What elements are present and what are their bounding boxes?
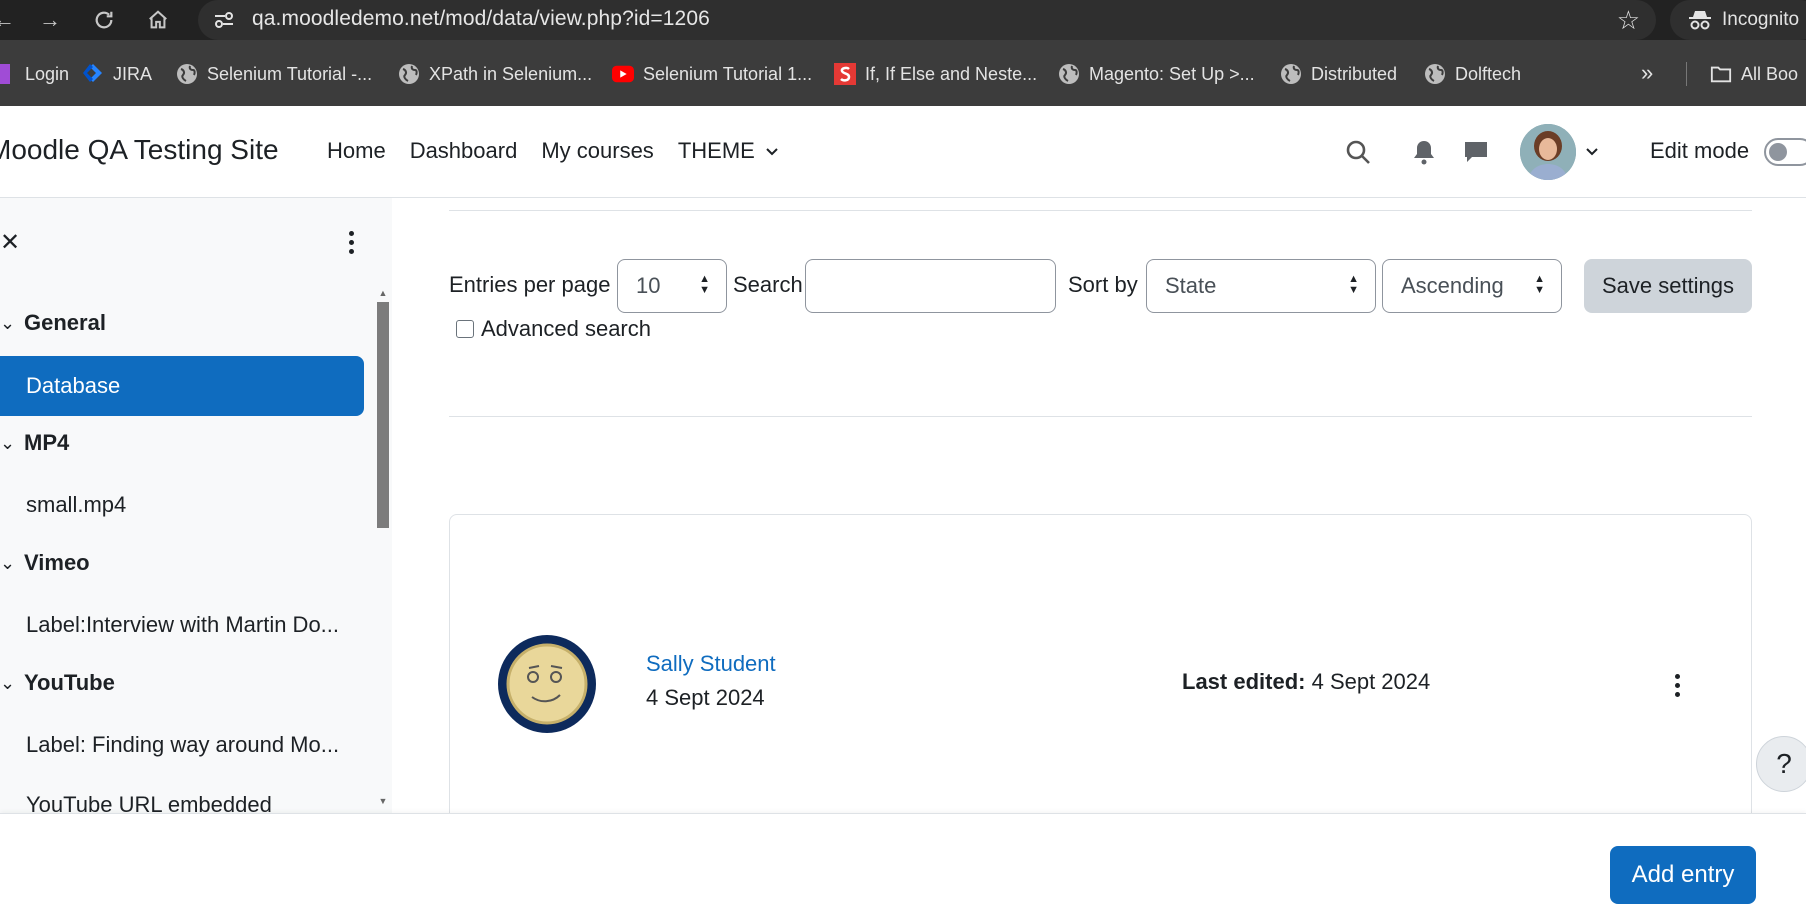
bookmark-dolftech[interactable]: Dolftech bbox=[1424, 60, 1521, 88]
section-vimeo[interactable]: ⌄ Vimeo bbox=[0, 550, 90, 576]
course-index-item-database[interactable]: Database bbox=[0, 356, 364, 416]
course-index-scrollbar[interactable] bbox=[377, 302, 389, 528]
notification-bell-icon[interactable] bbox=[1408, 136, 1440, 168]
last-edited-value: 4 Sept 2024 bbox=[1311, 669, 1431, 694]
sticky-footer: Add entry bbox=[0, 813, 1806, 923]
select-arrows-icon: ▲ ▼ bbox=[1534, 273, 1545, 296]
bookmark-selenium-tutorial[interactable]: Selenium Tutorial -... bbox=[176, 60, 372, 88]
collapse-chevron-icon[interactable]: ⌄ bbox=[0, 433, 15, 454]
globe-icon bbox=[1280, 63, 1302, 85]
scroll-down-icon[interactable]: ▼ bbox=[377, 796, 389, 806]
forward-icon[interactable]: → bbox=[32, 2, 68, 38]
bookmark-jira[interactable]: JIRA bbox=[82, 60, 152, 88]
site-settings-icon[interactable] bbox=[212, 8, 236, 32]
entry-author-link[interactable]: Sally Student bbox=[646, 651, 776, 677]
scroll-up-icon[interactable]: ▲ bbox=[377, 288, 389, 298]
course-index-drawer: ✕ ⌄ General Database ⌄ MP4 small.mp4 ⌄ V… bbox=[0, 198, 392, 817]
nav-theme-label: THEME bbox=[677, 138, 755, 163]
all-bookmarks[interactable]: All Boo bbox=[1710, 60, 1798, 88]
moodle-navbar: Moodle QA Testing Site Home Dashboard My… bbox=[0, 106, 1806, 198]
chevron-down-icon bbox=[766, 148, 778, 156]
save-settings-button[interactable]: Save settings bbox=[1584, 259, 1752, 313]
browser-chrome: ← → qa.moodledemo.net/mod/data/view.php?… bbox=[0, 0, 1806, 106]
course-index-item-youtube-label[interactable]: Label: Finding way around Mo... bbox=[26, 732, 339, 758]
search-input[interactable] bbox=[805, 259, 1056, 313]
close-drawer-icon[interactable]: ✕ bbox=[0, 228, 20, 257]
author-avatar[interactable] bbox=[498, 635, 596, 733]
more-bookmarks-icon[interactable]: » bbox=[1641, 60, 1653, 86]
entry-date: 4 Sept 2024 bbox=[646, 685, 765, 710]
search-icon[interactable] bbox=[1342, 136, 1374, 168]
course-index-item-vimeo-label[interactable]: Label:Interview with Martin Do... bbox=[26, 612, 339, 638]
back-icon[interactable]: ← bbox=[0, 2, 22, 38]
search-label: Search bbox=[733, 272, 803, 297]
bookmark-xpath[interactable]: XPath in Selenium... bbox=[398, 60, 592, 88]
edit-mode-label: Edit mode bbox=[1650, 138, 1750, 163]
nav-theme[interactable]: THEME bbox=[678, 138, 779, 164]
login-favicon-icon bbox=[0, 63, 16, 85]
nav-dashboard[interactable]: Dashboard bbox=[410, 138, 518, 164]
address-url[interactable]: qa.moodledemo.net/mod/data/view.php?id=1… bbox=[252, 7, 710, 31]
sort-field-select[interactable]: State ▲ ▼ bbox=[1146, 259, 1376, 313]
course-index-item-small-mp4[interactable]: small.mp4 bbox=[26, 492, 126, 518]
entry-last-edited: Last edited: 4 Sept 2024 bbox=[1182, 669, 1430, 695]
entries-per-page-select[interactable]: 10 ▲ ▼ bbox=[617, 259, 727, 313]
sort-by-label: Sort by bbox=[1068, 272, 1138, 297]
advanced-search-label[interactable]: Advanced search bbox=[481, 316, 651, 342]
globe-icon bbox=[398, 63, 420, 85]
bookmarks-separator bbox=[1686, 62, 1687, 86]
globe-icon bbox=[1058, 63, 1080, 85]
incognito-icon bbox=[1689, 11, 1711, 30]
scribd-icon bbox=[834, 63, 856, 85]
section-youtube[interactable]: ⌄ YouTube bbox=[0, 670, 115, 696]
edit-mode-toggle[interactable] bbox=[1764, 138, 1806, 166]
address-bar[interactable]: qa.moodledemo.net/mod/data/view.php?id=1… bbox=[198, 0, 1656, 40]
add-entry-button[interactable]: Add entry bbox=[1610, 846, 1756, 904]
bookmarks-bar: Login JIRA Selenium Tutorial -... XPath … bbox=[0, 52, 1806, 94]
collapse-chevron-icon[interactable]: ⌄ bbox=[0, 553, 15, 574]
primary-navigation: Home Dashboard My courses THEME bbox=[327, 138, 779, 164]
user-menu-chevron-icon[interactable] bbox=[1576, 136, 1608, 168]
help-button[interactable]: ? bbox=[1756, 736, 1806, 792]
home-icon[interactable] bbox=[140, 2, 176, 38]
bookmark-magento[interactable]: Magento: Set Up >... bbox=[1058, 60, 1255, 88]
user-avatar[interactable] bbox=[1520, 124, 1576, 180]
nav-my-courses[interactable]: My courses bbox=[541, 138, 653, 164]
incognito-label: Incognito bbox=[1722, 9, 1800, 30]
section-general[interactable]: ⌄ General bbox=[0, 310, 106, 336]
site-name[interactable]: Moodle QA Testing Site bbox=[0, 134, 279, 166]
globe-icon bbox=[176, 63, 198, 85]
entry-actions-icon[interactable] bbox=[1666, 671, 1688, 699]
entries-per-page-label: Entries per page bbox=[449, 272, 611, 297]
course-index-options-icon[interactable] bbox=[340, 228, 362, 256]
collapse-chevron-icon[interactable]: ⌄ bbox=[0, 313, 15, 334]
advanced-search-checkbox[interactable] bbox=[456, 320, 474, 338]
collapse-chevron-icon[interactable]: ⌄ bbox=[0, 673, 15, 694]
reload-icon[interactable] bbox=[86, 2, 122, 38]
divider bbox=[449, 416, 1752, 417]
last-edited-label: Last edited: bbox=[1182, 669, 1306, 694]
globe-icon bbox=[1424, 63, 1446, 85]
folder-icon bbox=[1710, 63, 1732, 85]
incognito-indicator[interactable]: Incognito bbox=[1670, 0, 1806, 40]
nav-home[interactable]: Home bbox=[327, 138, 386, 164]
select-arrows-icon: ▲ ▼ bbox=[1348, 273, 1359, 296]
youtube-icon bbox=[612, 63, 634, 85]
select-arrows-icon: ▲ ▼ bbox=[699, 273, 710, 296]
jira-icon bbox=[82, 63, 104, 85]
bookmark-if-else[interactable]: If, If Else and Neste... bbox=[834, 60, 1037, 88]
section-mp4[interactable]: ⌄ MP4 bbox=[0, 430, 69, 456]
database-entry-card: Sally Student 4 Sept 2024 Last edited: 4… bbox=[449, 514, 1752, 834]
bookmark-login[interactable]: Login bbox=[0, 60, 69, 88]
bookmark-youtube-selenium[interactable]: Selenium Tutorial 1... bbox=[612, 60, 812, 88]
sort-order-select[interactable]: Ascending ▲ ▼ bbox=[1382, 259, 1562, 313]
divider bbox=[449, 210, 1752, 211]
bookmark-distributed[interactable]: Distributed bbox=[1280, 60, 1397, 88]
messages-icon[interactable] bbox=[1460, 136, 1492, 168]
bookmark-star-icon[interactable]: ☆ bbox=[1617, 6, 1640, 34]
